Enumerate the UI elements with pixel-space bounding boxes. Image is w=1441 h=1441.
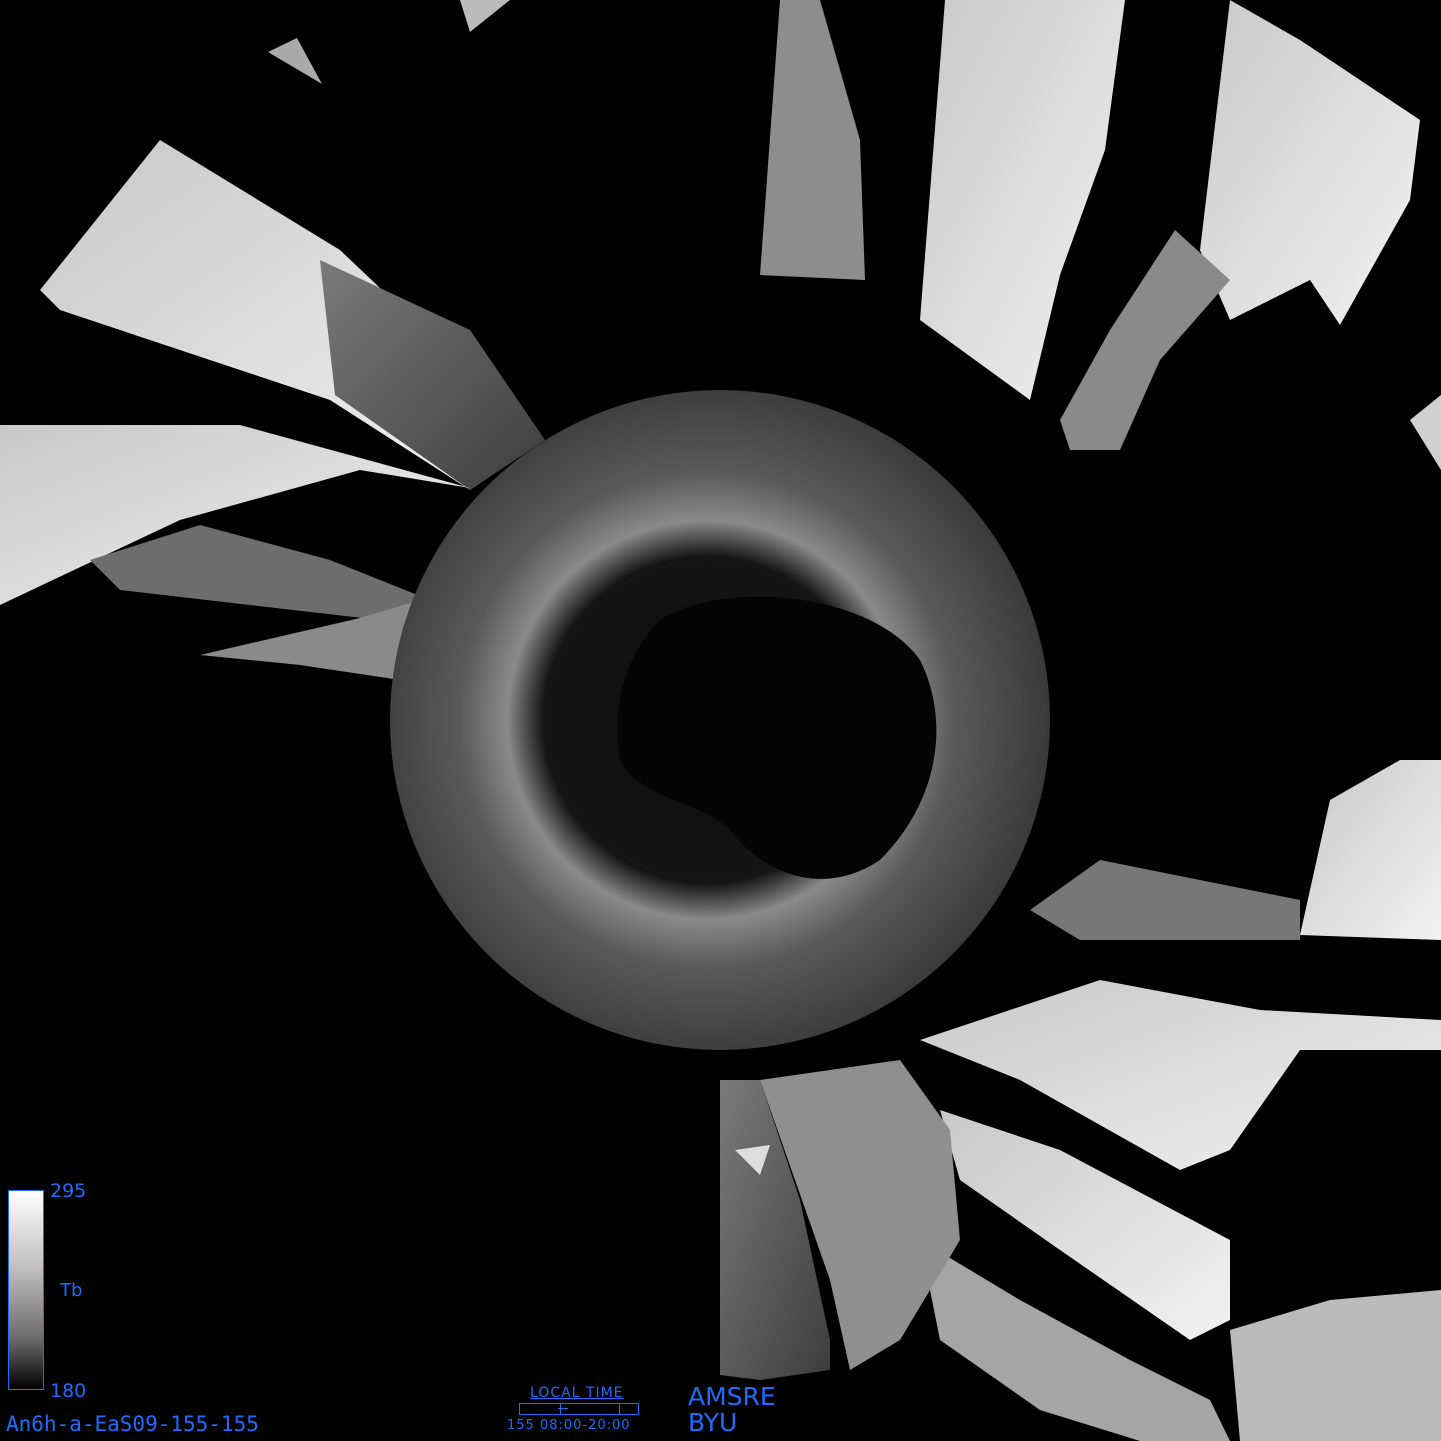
local-time-window xyxy=(560,1404,620,1414)
sensor-label: AMSRE xyxy=(688,1382,776,1411)
local-time-range: 155 08:00-20:00 xyxy=(507,1418,631,1433)
swath-lower-middle xyxy=(720,1060,960,1380)
local-time-marker xyxy=(558,1408,568,1409)
colorbar xyxy=(8,1190,44,1390)
brightness-temperature-map xyxy=(0,0,1441,1441)
file-id-label: An6h-a-EaS09-155-155 xyxy=(6,1412,259,1436)
colorbar-variable-label: Tb xyxy=(60,1280,83,1301)
local-time-title: LOCAL TIME xyxy=(530,1385,624,1401)
organization-label: BYU xyxy=(688,1408,738,1437)
swath-upper-right xyxy=(760,0,1441,470)
local-time-bar xyxy=(519,1403,639,1415)
colorbar-max-label: 295 xyxy=(50,1180,87,1202)
colorbar-min-label: 180 xyxy=(50,1380,87,1402)
